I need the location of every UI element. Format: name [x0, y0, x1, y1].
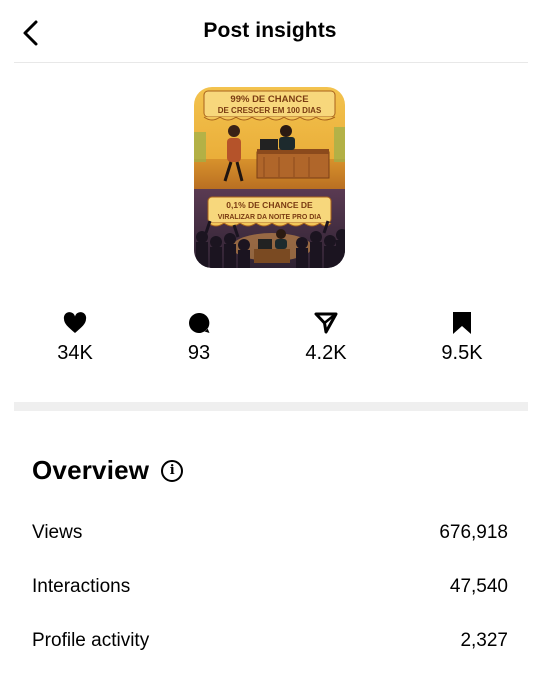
- thumbnail-top-line1: 99% DE CHANCE: [230, 94, 308, 105]
- header: Post insights: [0, 0, 540, 64]
- bookmark-icon: [453, 312, 471, 334]
- overview-row-interactions: Interactions 47,540: [32, 576, 508, 598]
- thumbnail-bottom-line1: 0,1% DE CHANCE DE: [226, 200, 313, 210]
- profile-activity-value: 2,327: [460, 630, 508, 651]
- overview-row-profile-activity: Profile activity 2,327: [32, 630, 508, 652]
- saves-stat: 9.5K: [402, 310, 522, 365]
- thumbnail-top-line2: DE CRESCER EM 100 DIAS: [218, 106, 322, 115]
- overview-row-views: Views 676,918: [32, 522, 508, 544]
- post-thumbnail-image: 99% DE CHANCE DE CRESCER EM 100 DIAS 0,1…: [194, 87, 345, 268]
- shares-count: 4.2K: [305, 342, 347, 364]
- comments-count: 93: [187, 342, 211, 364]
- overview-header: Overview i: [32, 455, 184, 486]
- interactions-label: Interactions: [32, 576, 131, 597]
- thumbnail-bottom-line2: VIRALIZAR DA NOITE PRO DIA: [218, 214, 322, 221]
- section-divider: [14, 402, 528, 411]
- header-divider: [14, 62, 528, 63]
- post-thumbnail[interactable]: 99% DE CHANCE DE CRESCER EM 100 DIAS 0,1…: [194, 87, 345, 268]
- likes-stat: 34K: [15, 310, 135, 365]
- profile-activity-label: Profile activity: [32, 630, 150, 651]
- views-label: Views: [32, 522, 83, 543]
- likes-count: 34K: [57, 342, 93, 364]
- comments-stat: 93: [139, 310, 259, 365]
- info-icon[interactable]: i: [161, 459, 184, 482]
- overview-title: Overview: [32, 455, 150, 485]
- shares-stat: 4.2K: [266, 310, 386, 365]
- interactions-value: 47,540: [449, 576, 508, 597]
- page-title: Post insights: [203, 19, 337, 42]
- send-icon: [314, 312, 338, 334]
- engagement-stats: 34K 93 4.2K 9.5K: [0, 310, 540, 370]
- comment-icon: [189, 312, 210, 333]
- views-value: 676,918: [439, 522, 508, 543]
- saves-count: 9.5K: [441, 342, 483, 364]
- heart-icon: [63, 312, 87, 333]
